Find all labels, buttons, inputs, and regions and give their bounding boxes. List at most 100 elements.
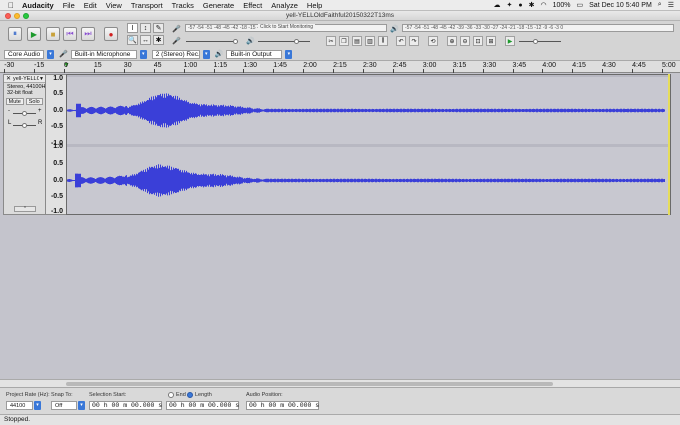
menu-edit[interactable]: Edit	[84, 1, 97, 10]
stop-button[interactable]: ■	[46, 27, 60, 41]
menu-transport[interactable]: Transport	[131, 1, 163, 10]
output-volume-knob[interactable]	[294, 39, 299, 44]
sync-lock-button[interactable]: ⟲	[428, 36, 438, 46]
time-shift-tool[interactable]: ↔	[140, 35, 151, 45]
play-speed-slider[interactable]	[519, 39, 561, 44]
ruler-label: 5:00	[662, 62, 676, 69]
solo-button[interactable]: Solo	[25, 98, 43, 105]
apple-icon[interactable]: 	[0, 1, 22, 10]
pause-button[interactable]: ⏸	[8, 27, 22, 41]
multi-tool-icon: ✱	[155, 37, 162, 44]
playback-meter[interactable]: -57 -54 -51 -48 -45 -42 -39 -36 -33 -30 …	[402, 24, 674, 32]
wifi-icon[interactable]: ◠	[541, 1, 547, 9]
multi-tool[interactable]: ✱	[153, 35, 164, 45]
skip-to-start-button[interactable]: ⏮	[63, 27, 77, 41]
input-channels-select[interactable]: 2 (Stereo) Rec...	[151, 49, 200, 59]
list-icon[interactable]: ☰	[668, 1, 674, 9]
menu-help[interactable]: Help	[307, 1, 322, 10]
vertical-amplitude-ruler[interactable]: 1.0 0.5 0.0 -0.5 -1.0 1.0 0.5 0.0 -0.5 -1.0	[46, 74, 66, 215]
output-device-dropdown-icon[interactable]: ▾	[285, 49, 293, 59]
menu-file[interactable]: File	[63, 1, 75, 10]
silence-button[interactable]: ⫼	[378, 36, 388, 46]
menu-analyze[interactable]: Analyze	[271, 1, 298, 10]
draw-tool[interactable]: ✎	[153, 23, 164, 33]
menu-generate[interactable]: Generate	[203, 1, 234, 10]
audio-position-time[interactable]: 00 h 00 m 00.000 s	[246, 401, 319, 410]
project-rate-dropdown-icon[interactable]: ▾	[34, 401, 41, 410]
project-rate-select[interactable]: 44100	[6, 401, 33, 410]
play-at-speed-button[interactable]: ▶	[505, 36, 515, 46]
right-channel-waveform	[67, 164, 665, 197]
waveform-area[interactable]	[66, 74, 671, 215]
audio-host-dropdown-icon[interactable]: ▾	[47, 49, 54, 59]
track-control-panel[interactable]: ✕ yell-YELLOW ▼ Stereo, 44100Hz 32-bit f…	[3, 74, 46, 215]
clock[interactable]: Sat Dec 10 5:40 PM	[589, 2, 652, 9]
copy-button[interactable]: ❐	[339, 36, 349, 46]
paste-button[interactable]: ▤	[352, 36, 362, 46]
ruler-label: -30	[4, 62, 15, 69]
bird-icon[interactable]: ✦	[507, 1, 513, 9]
pan-slider[interactable]: L R	[4, 119, 45, 131]
horizontal-scroll-thumb[interactable]	[66, 382, 553, 386]
ruler-label: 4:15	[572, 62, 586, 69]
menu-tracks[interactable]: Tracks	[172, 1, 194, 10]
track-close-icon[interactable]: ✕	[4, 75, 13, 82]
zoom-in-icon: ⊕	[449, 38, 455, 45]
envelope-tool[interactable]: ↕	[140, 23, 151, 33]
menu-app-name[interactable]: Audacity	[22, 1, 54, 10]
collapse-track-button[interactable]: ⌃	[14, 206, 36, 212]
record-button[interactable]: ●	[104, 27, 118, 41]
amplitude-label: 0.5	[53, 159, 63, 167]
menu-view[interactable]: View	[106, 1, 122, 10]
bluetooth-icon[interactable]: ✱	[529, 1, 535, 9]
snap-to-dropdown-icon[interactable]: ▾	[78, 401, 85, 410]
input-channels-dropdown-icon[interactable]: ▾	[202, 49, 210, 59]
fit-selection-button[interactable]: ⊡	[473, 36, 483, 46]
search-icon[interactable]: ⌕	[658, 1, 662, 9]
input-volume-knob[interactable]	[233, 39, 238, 44]
selection-start-time[interactable]: 00 h 00 m 00.000 s	[89, 401, 162, 410]
cloud-icon[interactable]: ☁	[494, 1, 501, 9]
track-menu-arrow-icon[interactable]: ▼	[39, 76, 45, 82]
zoom-tool[interactable]: 🔍	[127, 35, 138, 45]
amplitude-label: -0.5	[50, 123, 63, 131]
menubar-status-area: ☁ ✦ ● ✱ ◠ 100% ▭ Sat Dec 10 5:40 PM ⌕ ☰	[494, 1, 680, 9]
input-device-select[interactable]: Built-in Microphone	[70, 49, 137, 59]
right-channel[interactable]	[67, 147, 670, 214]
battery-icon[interactable]: ▭	[577, 1, 584, 9]
zoom-out-button[interactable]: ⊖	[460, 36, 470, 46]
mute-button[interactable]: Mute	[6, 98, 24, 105]
gain-knob[interactable]	[22, 111, 27, 116]
skip-to-end-button[interactable]: ⏭	[81, 27, 95, 41]
zoom-in-button[interactable]: ⊕	[447, 36, 457, 46]
left-channel[interactable]	[67, 77, 670, 144]
end-radio[interactable]	[168, 392, 174, 398]
trim-button[interactable]: ▥	[365, 36, 375, 46]
silence-icon: ⫼	[381, 37, 385, 44]
horizontal-scrollbar[interactable]	[0, 379, 680, 387]
length-radio[interactable]	[187, 392, 193, 398]
battery-label[interactable]: 100%	[553, 2, 571, 9]
redo-button[interactable]: ↷	[409, 36, 419, 46]
undo-button[interactable]: ↶	[396, 36, 406, 46]
menu-effect[interactable]: Effect	[243, 1, 262, 10]
snap-to-select[interactable]: Off	[51, 401, 77, 410]
track-name-menu[interactable]: yell-YELLOW	[13, 76, 39, 82]
output-volume-slider[interactable]	[258, 39, 310, 44]
selection-tool[interactable]: I	[127, 23, 138, 33]
input-volume-slider[interactable]	[186, 39, 238, 44]
play-speed-knob[interactable]	[533, 39, 538, 44]
input-device-dropdown-icon[interactable]: ▾	[139, 49, 147, 59]
pan-knob[interactable]	[22, 123, 27, 128]
gain-slider[interactable]: - +	[4, 107, 45, 119]
fit-project-button[interactable]: ⊞	[486, 36, 496, 46]
selection-length-time[interactable]: 00 h 00 m 00.000 s	[166, 401, 239, 410]
timeline-ruler[interactable]: ▼ -30 -15 0 15 30 45 1:00 1:15 1:30 1:45 2:00 2:15 2…	[0, 61, 680, 73]
drop-icon[interactable]: ●	[518, 2, 522, 9]
play-button[interactable]: ▶	[27, 27, 41, 41]
cut-button[interactable]: ✂	[326, 36, 336, 46]
output-device-select[interactable]: Built-in Output	[226, 49, 283, 59]
monitoring-hint[interactable]: Click to Start Monitoring	[258, 24, 316, 30]
selection-toolbar: Project Rate (Hz): 44100 ▾ Snap To: Off …	[0, 387, 680, 414]
audio-host-select[interactable]: Core Audio	[4, 49, 44, 59]
